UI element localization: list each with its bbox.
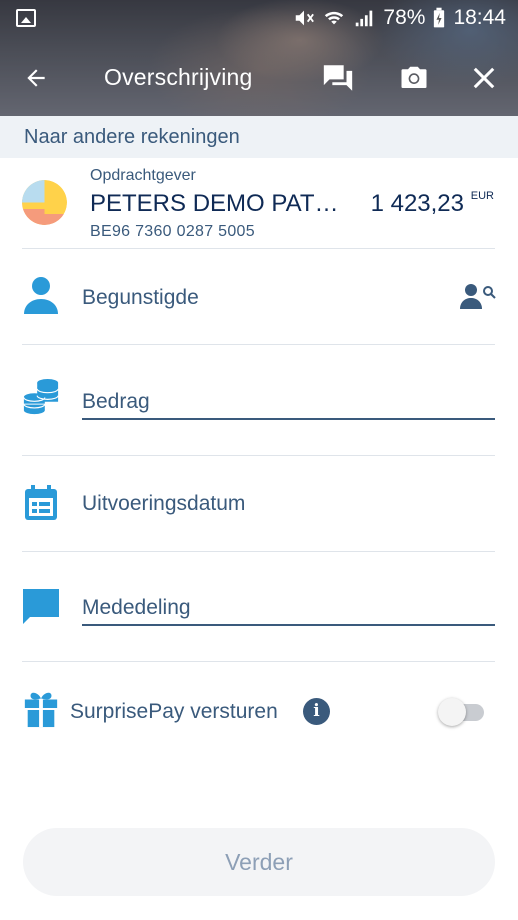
payer-account[interactable]: Opdrachtgever PETERS DEMO PATRI… BE96 73… (0, 158, 518, 248)
message-input-underline (82, 624, 495, 626)
transfer-screen: 78% 18:44 Overschrijving Naar andere rek… (0, 0, 518, 920)
message-label: Mededeling (82, 596, 191, 619)
divider (22, 344, 495, 345)
chat-icon (323, 65, 353, 91)
mute-icon (296, 10, 315, 26)
divider (22, 551, 495, 552)
divider (22, 661, 495, 662)
info-icon[interactable]: i (303, 698, 330, 725)
toggle-knob (438, 698, 466, 726)
account-role-label: Opdrachtgever (90, 167, 196, 184)
amount-input-underline (82, 418, 495, 420)
transfer-type-label: Naar andere rekeningen (24, 126, 240, 148)
gift-icon (24, 692, 58, 728)
divider (22, 248, 495, 249)
close-button[interactable] (464, 58, 504, 98)
back-arrow-icon (27, 69, 45, 87)
contact-search-icon[interactable] (459, 283, 497, 311)
beneficiary-label: Begunstigde (82, 286, 199, 309)
account-iban: BE96 7360 0287 5005 (90, 223, 255, 240)
account-holder-name: PETERS DEMO PATRI… (90, 190, 350, 217)
camera-button[interactable] (394, 58, 434, 98)
surprisepay-label: SurprisePay versturen (70, 700, 278, 723)
message-icon (23, 589, 59, 624)
surprisepay-toggle[interactable] (438, 694, 486, 730)
title-bar: Overschrijving (0, 50, 518, 106)
status-time: 18:44 (453, 6, 506, 29)
chat-button[interactable] (318, 58, 358, 98)
account-currency: EUR (470, 190, 494, 202)
continue-button[interactable]: Verder (23, 828, 495, 896)
battery-percent: 78% (383, 6, 426, 29)
calendar-icon (25, 485, 57, 520)
account-balance: 1 423,23 (370, 190, 464, 217)
signal-icon (356, 10, 373, 27)
user-icon (24, 277, 58, 314)
status-icons: 78% 18:44 (293, 6, 506, 30)
status-bar: 78% 18:44 (0, 0, 518, 38)
transfer-type-bar: Naar andere rekeningen (0, 116, 518, 158)
gallery-icon (16, 9, 36, 27)
camera-icon (401, 66, 427, 88)
page-title: Overschrijving (104, 64, 253, 90)
account-avatar-graphic (22, 180, 67, 225)
beneficiary-field[interactable]: Begunstigde (0, 276, 518, 322)
battery-icon (434, 7, 445, 28)
surprisepay-row: SurprisePay versturen i (0, 690, 518, 730)
account-avatar (22, 180, 67, 225)
amount-field[interactable]: Bedrag (0, 378, 518, 422)
amount-label: Bedrag (82, 390, 150, 413)
divider (22, 455, 495, 456)
coins-icon (23, 378, 59, 415)
execution-date-field[interactable]: Uitvoeringsdatum (0, 484, 518, 526)
close-icon (473, 67, 495, 89)
wifi-icon (325, 11, 344, 25)
back-button[interactable] (18, 60, 54, 96)
execution-date-label: Uitvoeringsdatum (82, 492, 246, 515)
message-field[interactable]: Mededeling (0, 588, 518, 628)
